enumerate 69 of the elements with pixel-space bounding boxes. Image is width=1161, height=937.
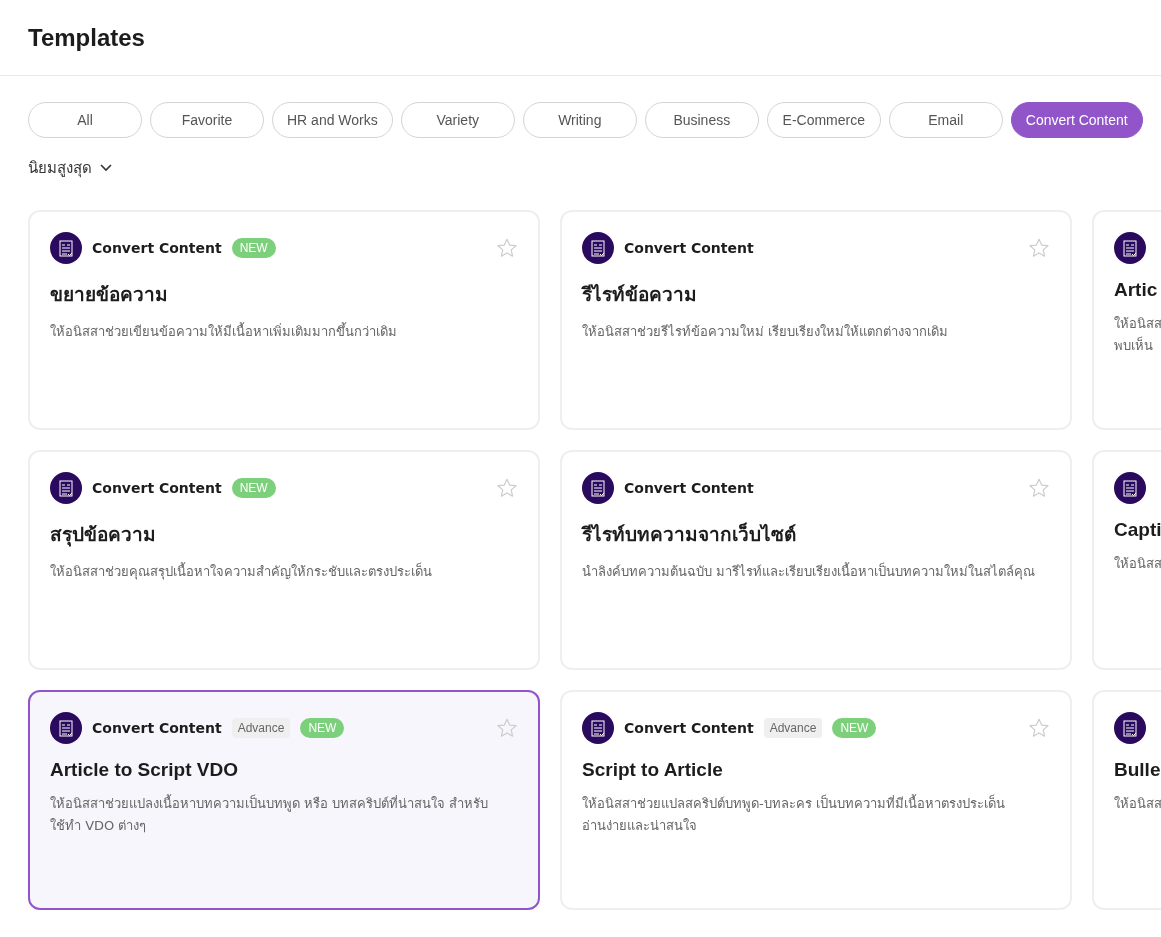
category-label: Convert Content [624, 480, 754, 496]
template-card[interactable]: Convert Content รีไรท์ข้อความ ให้อนิสสาช่วยรีไรท์ข้อความใหม่ เรียบเรียงใหม่ให้แตกต่างจากเดิม [560, 210, 1072, 430]
category-tab[interactable]: Favorite [150, 102, 264, 138]
template-card[interactable]: Convert Content NEW สรุปข้อความ ให้อนิสสาช่วยคุณสรุปเนื้อหาใจความสำคัญให้กระชับและตรงประเด็น [28, 450, 540, 670]
card-title: Capti [1114, 519, 1161, 541]
tag-label: NEW [231, 238, 276, 258]
category-label: Convert Content [92, 240, 222, 256]
category-tab[interactable]: All [28, 102, 142, 138]
tag-label: NEW [231, 478, 276, 498]
sort-dropdown[interactable]: นิยมสูงสุด [28, 152, 112, 184]
card-title: Artic [1114, 279, 1159, 301]
card-title: รีไรท์บทความจากเว็บไซต์ [582, 521, 797, 547]
document-icon [50, 232, 82, 264]
category-tab[interactable]: Convert Content [1010, 102, 1143, 138]
card-description: ให้อนิสส [1114, 555, 1161, 573]
card-description: ให้อนิสสาช่วยคุณสรุปเนื้อหาใจความสำคัญให้กระชับและตรงประเด็น [50, 561, 433, 582]
category-tab[interactable]: Email [888, 102, 1003, 138]
star-icon[interactable] [496, 717, 518, 739]
tag-label: NEW [832, 718, 877, 738]
star-icon[interactable] [1028, 477, 1050, 499]
category-tab[interactable]: Business [644, 102, 759, 138]
card-description: ให้อนิสส [1114, 795, 1161, 813]
page-title: Templates [28, 23, 145, 52]
category-label: Convert Content [92, 480, 222, 496]
card-description: ให้อนิสสาช่วยแปลงเนื้อหาบทความเป็นบทพูด หรือ บทสคริปต์ที่น่าสนใจ สำหรับ [50, 793, 490, 814]
tag-label: Advance [231, 718, 291, 738]
category-label: Convert Content [624, 240, 754, 256]
template-card[interactable]: Convert Content NEW ขยายข้อความ ให้อนิสสาช่วยเขียนข้อความให้มีเนื้อหาเพิ่มเติมมากขึ้นกว่าเดิม [28, 210, 540, 430]
card-description: ให้อนิสสาช่วยเขียนข้อความให้มีเนื้อหาเพิ่มเติมมากขึ้นกว่าเดิม [50, 321, 398, 341]
tag-label: Advance [763, 718, 823, 738]
document-icon [582, 232, 614, 264]
card-description: ให้อนิสสาช่วยแปลสคริปต์บทพูด-บทละคร เป็นบทความที่มีเนื้อหาตรงประเด็น [582, 793, 1006, 814]
star-icon[interactable] [496, 237, 518, 259]
star-icon[interactable] [1028, 717, 1050, 739]
card-title: สรุปข้อความ [50, 523, 157, 549]
document-icon [1114, 472, 1146, 504]
card-description: นำลิงค์บทความต้นฉบับ มารีไรท์และเรียบเรียงเนื้อหาเป็นบทความใหม่ในสไตล์คุณ [582, 561, 1037, 582]
category-label: Convert Content [92, 720, 222, 736]
document-icon [50, 712, 82, 744]
chevron-down-icon [100, 164, 112, 172]
document-icon [50, 472, 82, 504]
template-card[interactable]: Bulle ให้อนิสส [1092, 690, 1161, 910]
template-card[interactable]: Artic ให้อนิสส พบเห็น [1092, 210, 1161, 430]
document-icon [582, 472, 614, 504]
card-description: พบเห็น [1114, 335, 1154, 355]
card-description: ให้อนิสสาช่วยรีไรท์ข้อความใหม่ เรียบเรียงใหม่ให้แตกต่างจากเดิม [582, 323, 950, 341]
category-tab[interactable]: Variety [400, 102, 515, 138]
card-title: ขยายข้อความ [50, 283, 169, 307]
card-description: อ่านง่ายและน่าสนใจ [582, 817, 698, 835]
template-card[interactable]: Convert Content Advance NEW Article to Script VDO ให้อนิสสาช่วยแปลงเนื้อหาบทความเป็นบทพูด หรือ บทสคริปต์ที่น่าสนใจ สำหรับ ใช้ทำ VDO ต่างๆ [28, 690, 540, 910]
document-icon [582, 712, 614, 744]
card-description: ให้อนิสส [1114, 315, 1161, 333]
card-description: ใช้ทำ VDO ต่างๆ [50, 817, 148, 835]
template-card[interactable]: Convert Content Advance NEW Script to Article ให้อนิสสาช่วยแปลสคริปต์บทพูด-บทละคร เป็นบทความที่มีเนื้อหาตรงประเด็น อ่านง่ายและน่าสนใจ [560, 690, 1072, 910]
document-icon [1114, 712, 1146, 744]
template-card[interactable]: Convert Content รีไรท์บทความจากเว็บไซต์ นำลิงค์บทความต้นฉบับ มารีไรท์และเรียบเรียงเนื้อหาเป็นบทความใหม่ในสไตล์คุณ [560, 450, 1072, 670]
document-icon [1114, 232, 1146, 264]
card-title: Script to Article [582, 759, 724, 781]
category-tab[interactable]: Writing [522, 102, 637, 138]
template-card[interactable]: Capti ให้อนิสส [1092, 450, 1161, 670]
card-title: Bulle [1114, 759, 1161, 781]
card-title: Article to Script VDO [50, 759, 239, 781]
card-title: รีไรท์ข้อความ [582, 283, 698, 307]
star-icon[interactable] [1028, 237, 1050, 259]
tag-label: NEW [300, 718, 345, 738]
star-icon[interactable] [496, 477, 518, 499]
category-tab[interactable]: E-Commerce [766, 102, 881, 138]
category-tab[interactable]: HR and Works [272, 102, 393, 138]
category-label: Convert Content [624, 720, 754, 736]
